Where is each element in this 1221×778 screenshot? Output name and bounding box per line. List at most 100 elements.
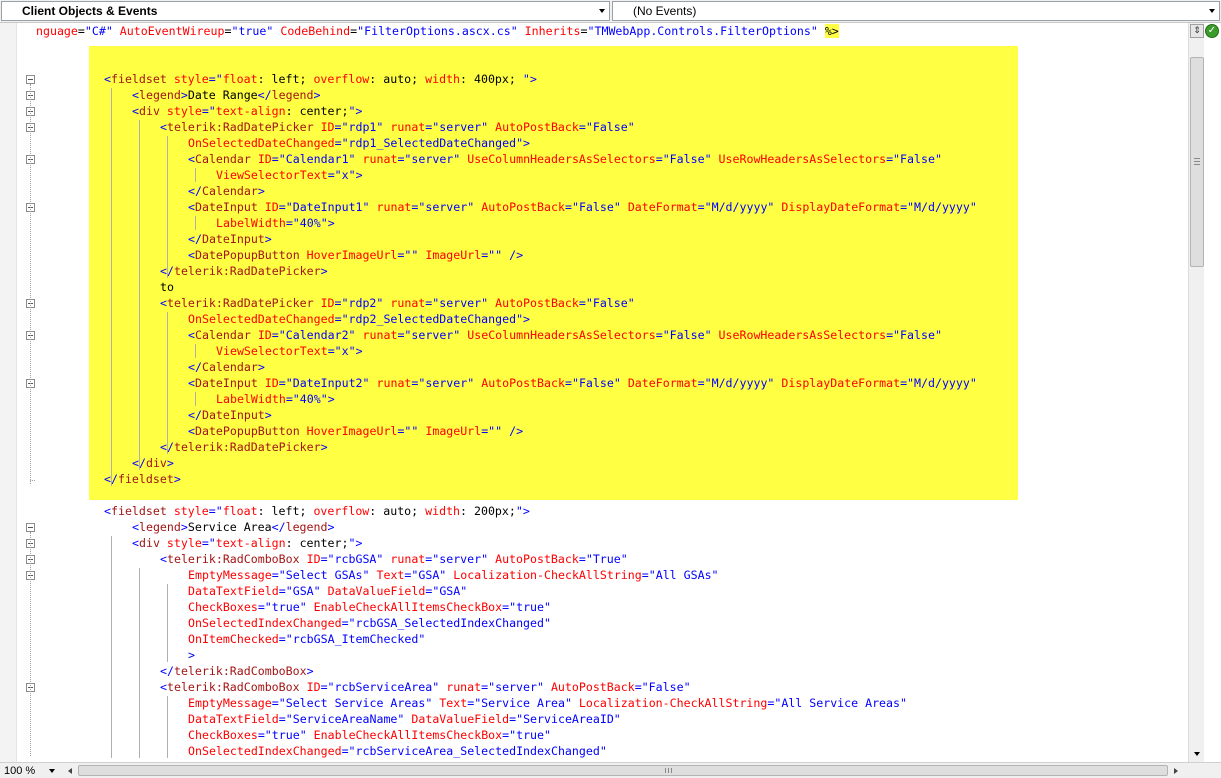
client-objects-dropdown[interactable]: Client Objects & Events <box>1 1 610 21</box>
code-token: width <box>425 72 461 86</box>
collapse-icon[interactable] <box>26 75 35 84</box>
scroll-left-button[interactable] <box>64 765 76 776</box>
code-token: legend <box>271 88 314 102</box>
code-token: ID <box>257 152 272 166</box>
code-token: ="M/d/yyyy" <box>900 200 977 214</box>
chevron-down-icon[interactable] <box>46 768 58 773</box>
code-token: Date Range <box>187 88 258 102</box>
code-token: Service Area <box>187 520 272 534</box>
code-line: </telerik:RadComboBox> <box>160 663 314 679</box>
code-token: ="All Service Areas" <box>767 696 907 710</box>
code-token: AutoPostBack <box>550 680 635 694</box>
client-objects-dropdown-value: Client Objects & Events <box>22 4 158 18</box>
code-token: < <box>104 72 111 86</box>
code-line: OnSelectedDateChanged="rdp1_SelectedDate… <box>188 135 530 151</box>
code-token: ="server" <box>411 376 475 390</box>
code-token: ="rcbServiceArea_SelectedIndexChanged" <box>341 744 607 758</box>
code-token: ="" <box>397 424 419 438</box>
code-token: ="rcbGSA_SelectedIndexChanged" <box>341 616 551 630</box>
code-token: Calendar <box>194 152 251 166</box>
code-token: > <box>257 184 265 198</box>
code-token: ="server" <box>425 296 489 310</box>
code-token: ="x"> <box>327 168 363 182</box>
collapse-icon[interactable] <box>26 523 35 532</box>
code-token: OnSelectedDateChanged <box>188 312 335 326</box>
code-token: : center; <box>285 104 349 118</box>
code-token: =" <box>201 536 216 550</box>
chevron-down-icon[interactable] <box>1205 2 1219 20</box>
code-token: : left; <box>257 504 314 518</box>
code-token: ="" <box>397 248 419 262</box>
code-token: ="server" <box>397 152 461 166</box>
code-token: < <box>188 248 195 262</box>
code-token: </ <box>257 88 272 102</box>
code-editor[interactable]: nguage="C#" AutoEventWireup="true" CodeB… <box>0 23 1188 762</box>
indent-guide <box>167 312 168 454</box>
code-token: style <box>166 536 202 550</box>
indent-guide <box>167 584 168 662</box>
code-token: DataValueField <box>327 584 426 598</box>
code-token: = <box>77 24 85 38</box>
zoom-dropdown[interactable]: 100 % <box>2 763 58 778</box>
code-token: ="GSA" <box>278 584 321 598</box>
code-token: < <box>160 296 167 310</box>
code-token: ="False" <box>578 296 635 310</box>
code-token: AutoPostBack <box>495 120 579 134</box>
code-token: to <box>160 280 174 294</box>
code-token: ViewSelectorText <box>216 168 328 182</box>
code-token: </ <box>188 184 202 198</box>
code-token: DataTextField <box>188 584 279 598</box>
code-token: > <box>188 648 195 662</box>
code-line: <telerik:RadDatePicker ID="rdp2" runat="… <box>160 295 635 311</box>
code-token: < <box>188 376 195 390</box>
code-token: < <box>160 120 167 134</box>
code-line: EmptyMessage="Select GSAs" Text="GSA" Lo… <box>188 567 719 583</box>
grip-icon <box>665 768 672 773</box>
code-token: text-align <box>215 104 286 118</box>
code-token: AutoPostBack <box>495 296 579 310</box>
events-dropdown[interactable]: (No Events) <box>612 1 1220 21</box>
code-token: runat <box>376 200 412 214</box>
code-token: </ <box>160 264 174 278</box>
vertical-scroll-thumb[interactable] <box>1190 57 1204 267</box>
code-token: ="Select Service Areas" <box>271 696 433 710</box>
code-token: ="False" <box>564 376 621 390</box>
code-token: ="Select GSAs" <box>271 568 370 582</box>
vertical-scrollbar[interactable]: ⇕ <box>1188 23 1204 762</box>
code-token: Calendar <box>201 184 258 198</box>
code-token: "true" <box>231 24 274 38</box>
code-token: Calendar <box>201 360 258 374</box>
code-token: : 200px; <box>460 504 516 518</box>
chevron-down-icon[interactable] <box>595 2 609 20</box>
code-token: runat <box>390 552 426 566</box>
split-icon[interactable]: ⇕ <box>1190 24 1204 38</box>
code-token: ID <box>320 120 335 134</box>
code-token: DateInput <box>194 200 258 214</box>
code-token: > <box>180 520 188 534</box>
horizontal-scroll-thumb[interactable] <box>78 765 1168 776</box>
zoom-level: 100 % <box>4 764 36 777</box>
code-token: "TMWebApp.Controls.FilterOptions" <box>587 24 818 38</box>
scroll-right-button[interactable] <box>1170 765 1182 776</box>
scroll-down-button[interactable] <box>1190 748 1204 760</box>
indent-guide <box>195 216 196 230</box>
code-line: EmptyMessage="Select Service Areas" Text… <box>188 695 907 711</box>
code-line: <DatePopupButton HoverImageUrl="" ImageU… <box>188 423 523 439</box>
code-token: "C#" <box>84 24 113 38</box>
indent-guide <box>167 136 168 278</box>
code-token: ID <box>264 376 279 390</box>
code-token: DatePopupButton <box>194 424 300 438</box>
code-token: fieldset <box>110 72 167 86</box>
code-token: AutoPostBack <box>481 200 565 214</box>
code-line: <legend>Date Range</legend> <box>132 87 321 103</box>
